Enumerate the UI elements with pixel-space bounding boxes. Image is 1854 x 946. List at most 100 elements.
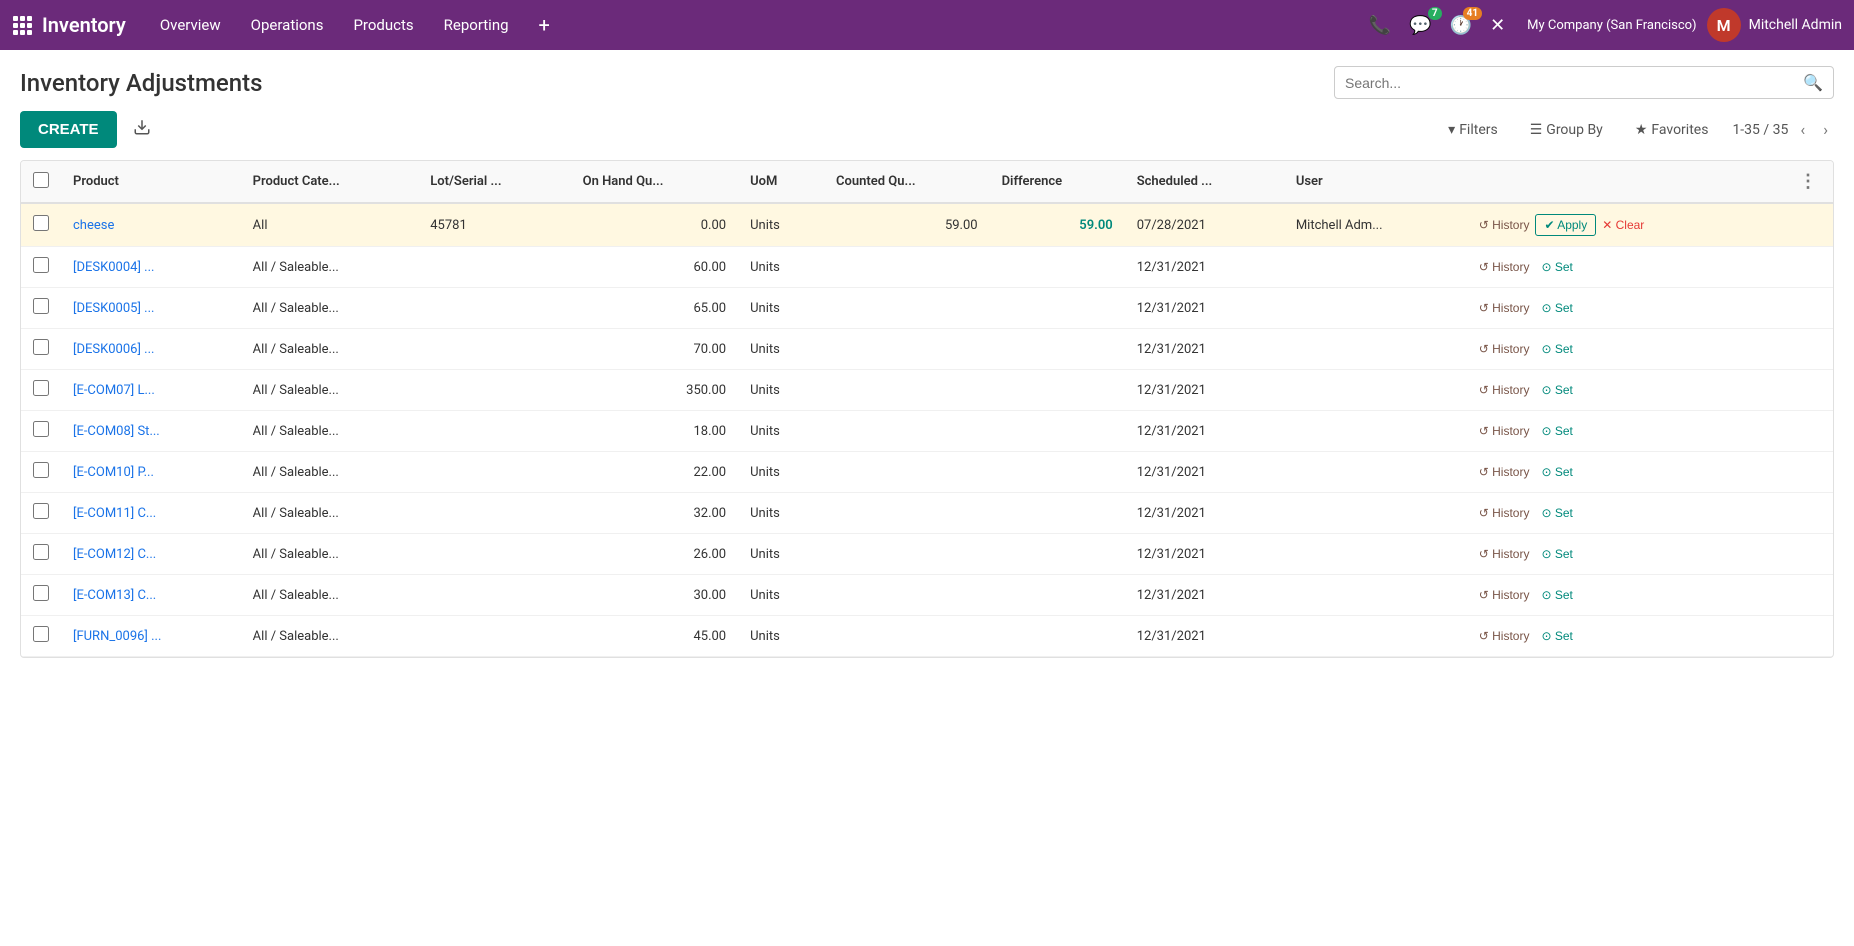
apply-button[interactable]: ✔ Apply bbox=[1535, 214, 1596, 236]
user-menu[interactable]: M Mitchell Admin bbox=[1707, 8, 1842, 42]
set-button[interactable]: ⊙ Set bbox=[1535, 421, 1578, 441]
chat-icon-btn[interactable]: 💬 7 bbox=[1405, 11, 1435, 40]
menu-products[interactable]: Products bbox=[339, 10, 427, 40]
download-button[interactable] bbox=[127, 112, 157, 147]
set-button[interactable]: ⊙ Set bbox=[1535, 503, 1578, 523]
cell-counted[interactable] bbox=[824, 452, 990, 493]
select-all-checkbox[interactable] bbox=[33, 172, 49, 188]
set-button[interactable]: ⊙ Set bbox=[1535, 339, 1578, 359]
page-header: Inventory Adjustments 🔍 bbox=[20, 66, 1834, 99]
history-button[interactable]: ↺ History bbox=[1473, 585, 1536, 605]
main-content: Inventory Adjustments 🔍 CREATE ▾ Filters… bbox=[0, 50, 1854, 674]
prev-page-button[interactable]: ‹ bbox=[1794, 118, 1811, 141]
star-icon: ★ bbox=[1635, 122, 1648, 138]
cell-counted[interactable] bbox=[824, 493, 990, 534]
set-button[interactable]: ⊙ Set bbox=[1535, 626, 1578, 646]
cell-product[interactable]: [E-COM10] P... bbox=[61, 452, 241, 493]
cell-counted[interactable] bbox=[824, 575, 990, 616]
history-button[interactable]: ↺ History bbox=[1473, 339, 1536, 359]
group-by-button[interactable]: ☰ Group By bbox=[1522, 118, 1611, 142]
col-scheduled[interactable]: Scheduled ... bbox=[1125, 161, 1284, 203]
row-checkbox[interactable] bbox=[33, 421, 49, 437]
row-checkbox[interactable] bbox=[33, 626, 49, 642]
col-difference[interactable]: Difference bbox=[990, 161, 1125, 203]
cell-counted[interactable]: 59.00 bbox=[824, 203, 990, 247]
cell-counted[interactable] bbox=[824, 616, 990, 657]
col-lot[interactable]: Lot/Serial ... bbox=[418, 161, 570, 203]
cell-product[interactable]: [DESK0005] ... bbox=[61, 288, 241, 329]
search-input[interactable] bbox=[1345, 75, 1803, 91]
set-button[interactable]: ⊙ Set bbox=[1535, 462, 1578, 482]
cell-product[interactable]: [FURN_0096] ... bbox=[61, 616, 241, 657]
cell-product[interactable]: [E-COM11] C... bbox=[61, 493, 241, 534]
cell-scheduled: 12/31/2021 bbox=[1125, 370, 1284, 411]
row-checkbox[interactable] bbox=[33, 380, 49, 396]
more-options-icon[interactable]: ⋮ bbox=[1795, 169, 1821, 194]
cell-product[interactable]: [E-COM07] L... bbox=[61, 370, 241, 411]
set-button[interactable]: ⊙ Set bbox=[1535, 298, 1578, 318]
cell-counted[interactable] bbox=[824, 247, 990, 288]
menu-reporting[interactable]: Reporting bbox=[430, 10, 523, 40]
menu-operations[interactable]: Operations bbox=[237, 10, 338, 40]
history-button[interactable]: ↺ History bbox=[1473, 462, 1536, 482]
cell-counted[interactable] bbox=[824, 288, 990, 329]
history-button[interactable]: ↺ History bbox=[1473, 215, 1536, 235]
col-category[interactable]: Product Cate... bbox=[241, 161, 419, 203]
history-button[interactable]: ↺ History bbox=[1473, 626, 1536, 646]
cell-lot bbox=[418, 452, 570, 493]
col-uom[interactable]: UoM bbox=[738, 161, 824, 203]
row-checkbox[interactable] bbox=[33, 462, 49, 478]
phone-icon-btn[interactable]: 📞 bbox=[1365, 11, 1395, 40]
set-button[interactable]: ⊙ Set bbox=[1535, 544, 1578, 564]
row-checkbox[interactable] bbox=[33, 298, 49, 314]
col-more[interactable]: ⋮ bbox=[1783, 161, 1833, 203]
cell-counted[interactable] bbox=[824, 411, 990, 452]
close-icon-btn[interactable]: ✕ bbox=[1486, 11, 1509, 40]
grid-icon[interactable] bbox=[12, 15, 32, 35]
next-page-button[interactable]: › bbox=[1817, 118, 1834, 141]
history-button[interactable]: ↺ History bbox=[1473, 503, 1536, 523]
cell-product[interactable]: [E-COM08] St... bbox=[61, 411, 241, 452]
search-icon[interactable]: 🔍 bbox=[1803, 73, 1823, 92]
history-button[interactable]: ↺ History bbox=[1473, 298, 1536, 318]
favorites-button[interactable]: ★ Favorites bbox=[1627, 118, 1717, 142]
cell-difference bbox=[990, 370, 1125, 411]
row-checkbox[interactable] bbox=[33, 544, 49, 560]
row-checkbox[interactable] bbox=[33, 215, 49, 231]
cell-product[interactable]: cheese bbox=[61, 203, 241, 247]
filters-button[interactable]: ▾ Filters bbox=[1440, 118, 1506, 142]
col-counted[interactable]: Counted Qu... bbox=[824, 161, 990, 203]
cell-lot bbox=[418, 288, 570, 329]
cell-scheduled: 12/31/2021 bbox=[1125, 288, 1284, 329]
row-checkbox[interactable] bbox=[33, 339, 49, 355]
menu-overview[interactable]: Overview bbox=[146, 10, 235, 40]
set-button[interactable]: ⊙ Set bbox=[1535, 257, 1578, 277]
cell-product[interactable]: [DESK0006] ... bbox=[61, 329, 241, 370]
history-button[interactable]: ↺ History bbox=[1473, 380, 1536, 400]
cell-difference bbox=[990, 575, 1125, 616]
col-on-hand[interactable]: On Hand Qu... bbox=[571, 161, 738, 203]
history-button[interactable]: ↺ History bbox=[1473, 421, 1536, 441]
cell-counted[interactable] bbox=[824, 329, 990, 370]
cell-product[interactable]: [DESK0004] ... bbox=[61, 247, 241, 288]
set-button[interactable]: ⊙ Set bbox=[1535, 585, 1578, 605]
cell-counted[interactable] bbox=[824, 534, 990, 575]
set-button[interactable]: ⊙ Set bbox=[1535, 380, 1578, 400]
clock-icon-btn[interactable]: 🕐 41 bbox=[1446, 11, 1476, 40]
col-user[interactable]: User bbox=[1284, 161, 1461, 203]
cell-product[interactable]: [E-COM12] C... bbox=[61, 534, 241, 575]
row-checkbox[interactable] bbox=[33, 503, 49, 519]
add-menu-button[interactable]: + bbox=[525, 7, 564, 43]
cell-product[interactable]: [E-COM13] C... bbox=[61, 575, 241, 616]
row-checkbox[interactable] bbox=[33, 585, 49, 601]
col-product[interactable]: Product bbox=[61, 161, 241, 203]
user-name: Mitchell Admin bbox=[1749, 17, 1842, 33]
history-button[interactable]: ↺ History bbox=[1473, 257, 1536, 277]
row-checkbox[interactable] bbox=[33, 257, 49, 273]
clear-button[interactable]: ✕ Clear bbox=[1596, 215, 1650, 235]
filter-icon: ▾ bbox=[1448, 122, 1455, 138]
select-all-header[interactable] bbox=[21, 161, 61, 203]
create-button[interactable]: CREATE bbox=[20, 111, 117, 148]
cell-counted[interactable] bbox=[824, 370, 990, 411]
history-button[interactable]: ↺ History bbox=[1473, 544, 1536, 564]
